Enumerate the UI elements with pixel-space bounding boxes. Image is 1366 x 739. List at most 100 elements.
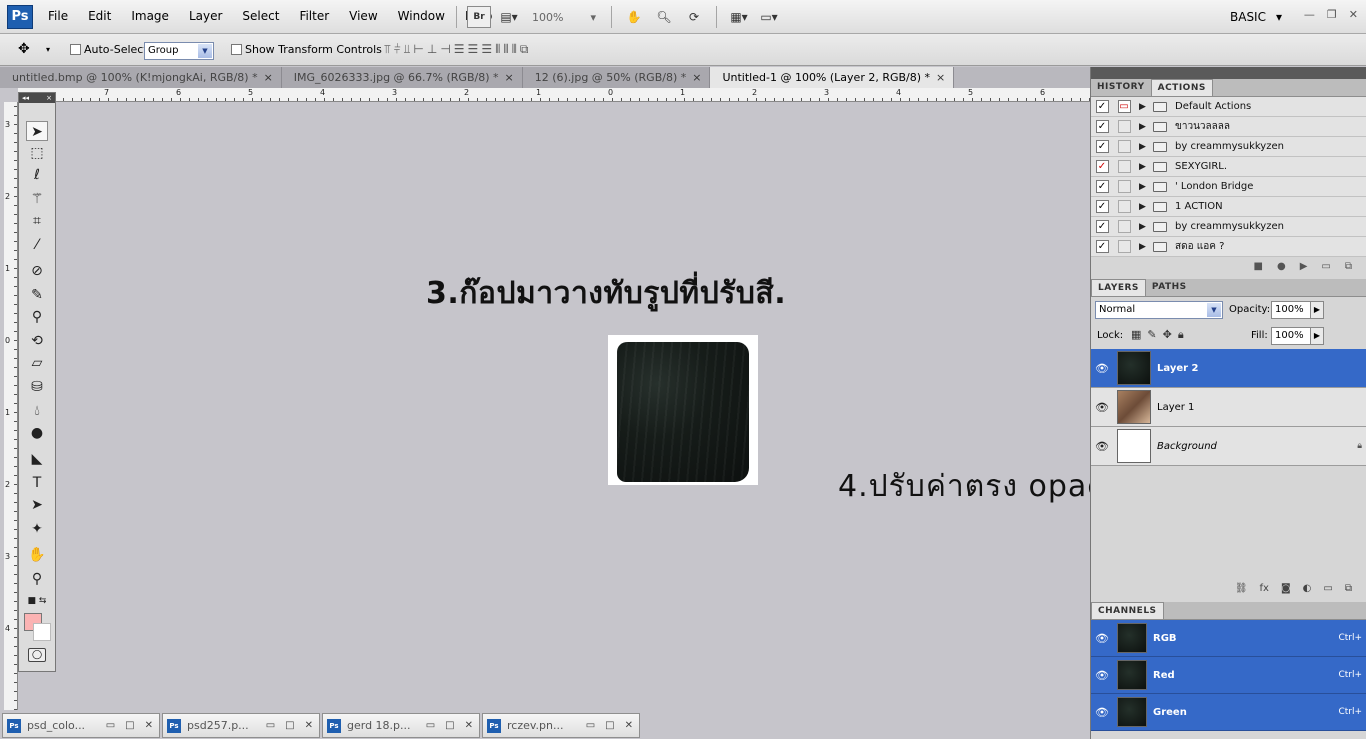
opacity-input[interactable]: 100% <box>1271 301 1311 319</box>
arrange-documents-button[interactable]: ▦▾ <box>727 6 751 28</box>
close-icon[interactable]: × <box>264 71 273 84</box>
toggle-item-checkbox[interactable]: ✓ <box>1095 240 1109 253</box>
tab-layers[interactable]: LAYERS <box>1091 279 1146 296</box>
minimize-icon[interactable]: ▭ <box>426 720 435 731</box>
menu-edit[interactable]: Edit <box>78 9 121 23</box>
workspace-switcher[interactable]: BASIC ▾ <box>1230 10 1282 24</box>
dialog-toggle-icon[interactable] <box>1117 220 1131 233</box>
toggle-item-checkbox[interactable]: ✓ <box>1095 200 1109 213</box>
move-tool-icon[interactable]: ✥ <box>18 41 30 57</box>
minimize-button[interactable]: — <box>1304 8 1315 21</box>
path-selection-tool[interactable]: ➤ <box>26 495 48 515</box>
channel-row[interactable]: 👁︎ Green Ctrl+ <box>1091 694 1366 731</box>
history-brush-tool[interactable]: ⟲ <box>26 331 48 351</box>
minimized-doc[interactable]: Ps psd_colo... ▭ □ ✕ <box>2 713 160 738</box>
zoom-tool[interactable]: ⚲ <box>26 569 48 589</box>
dodge-tool[interactable]: ● <box>26 423 48 443</box>
auto-select-target-select[interactable]: Group ▼ <box>144 42 214 60</box>
paint-bucket-tool[interactable]: ⛁ <box>26 377 48 397</box>
toggle-item-checkbox[interactable]: ✓ <box>1095 140 1109 153</box>
new-group-icon[interactable]: ▭ <box>1323 583 1332 594</box>
fill-input[interactable]: 100% <box>1271 327 1311 345</box>
minimize-icon[interactable]: ▭ <box>106 720 115 731</box>
expand-triangle-icon[interactable]: ▶ <box>1139 122 1149 132</box>
hand-tool[interactable]: ✋ <box>26 545 48 565</box>
menu-image[interactable]: Image <box>121 9 179 23</box>
new-set-folder-icon[interactable]: ▭ <box>1321 261 1330 272</box>
eye-icon[interactable]: 👁︎ <box>1091 706 1113 719</box>
collapse-icon[interactable]: ◂◂ <box>22 93 29 103</box>
fill-slider-button[interactable]: ▶ <box>1310 327 1324 345</box>
close-icon[interactable]: × <box>692 71 701 84</box>
dialog-toggle-icon[interactable] <box>1117 240 1131 253</box>
new-action-icon[interactable]: ⧉ <box>1345 261 1352 272</box>
expand-triangle-icon[interactable]: ▶ <box>1139 242 1149 252</box>
tab-history[interactable]: HISTORY <box>1091 79 1151 96</box>
minimize-icon[interactable]: ▭ <box>266 720 275 731</box>
dialog-toggle-icon[interactable] <box>1117 140 1131 153</box>
marquee-tool[interactable]: ⬚ <box>26 143 48 163</box>
add-mask-icon[interactable]: ◙ <box>1281 583 1291 594</box>
layer-row[interactable]: 👁︎ Layer 1 <box>1091 388 1366 427</box>
expand-triangle-icon[interactable]: ▶ <box>1139 142 1149 152</box>
close-icon[interactable]: ✕ <box>145 720 153 731</box>
new-layer-icon[interactable]: ⧉ <box>1345 583 1352 594</box>
doc-tab-untitled-1[interactable]: Untitled-1 @ 100% (Layer 2, RGB/8) * × <box>710 67 955 88</box>
tool-preset-chevron-icon[interactable]: ▾ <box>46 45 50 54</box>
action-set-row[interactable]: ✓ ▶ by creammysukkyzen <box>1091 137 1366 157</box>
blend-mode-select[interactable]: Normal ▼ <box>1095 301 1223 319</box>
view-extras-button[interactable]: ▤▾ <box>497 6 521 28</box>
minimized-doc[interactable]: Ps gerd 18.p... ▭ □ ✕ <box>322 713 480 738</box>
eye-icon[interactable]: 👁︎ <box>1091 632 1113 645</box>
dialog-toggle-icon[interactable] <box>1117 200 1131 213</box>
dialog-toggle-icon[interactable] <box>1117 180 1131 193</box>
action-set-row[interactable]: ✓ ▭ ▶ Default Actions <box>1091 97 1366 117</box>
minimized-doc[interactable]: Ps psd257.p... ▭ □ ✕ <box>162 713 320 738</box>
type-tool[interactable]: T <box>26 473 48 493</box>
bridge-button[interactable]: Br <box>467 6 491 28</box>
distribute-left-icon[interactable]: ⦀ <box>495 42 500 57</box>
align-bottom-icon[interactable]: ⫫ <box>404 42 411 57</box>
layer-style-icon[interactable]: fx <box>1260 583 1269 594</box>
distribute-bottom-icon[interactable]: ☰ <box>481 42 492 57</box>
minimize-icon[interactable]: ▭ <box>586 720 595 731</box>
play-icon[interactable]: ▶ <box>1300 261 1308 272</box>
tools-panel-header[interactable]: ◂◂ × <box>19 93 55 103</box>
dialog-toggle-icon[interactable] <box>1117 160 1131 173</box>
close-icon[interactable]: × <box>46 93 52 103</box>
layer-row[interactable]: 👁︎ Layer 2 <box>1091 349 1366 388</box>
tab-actions[interactable]: ACTIONS <box>1150 79 1213 96</box>
eye-icon[interactable]: 👁︎ <box>1091 401 1113 414</box>
opacity-slider-button[interactable]: ▶ <box>1310 301 1324 319</box>
show-transform-checkbox[interactable]: Show Transform Controls <box>231 43 382 56</box>
eye-icon[interactable]: 👁︎ <box>1091 440 1113 453</box>
menu-file[interactable]: File <box>38 9 78 23</box>
canvas-artwork[interactable] <box>608 335 758 485</box>
action-set-row[interactable]: ✓ ▶ ขาวนวลลลล <box>1091 117 1366 137</box>
align-left-icon[interactable]: ⊢ <box>413 42 424 57</box>
auto-align-icon[interactable]: ⧉ <box>520 42 529 57</box>
expand-triangle-icon[interactable]: ▶ <box>1139 162 1149 172</box>
menu-layer[interactable]: Layer <box>179 9 232 23</box>
crop-tool[interactable]: ⌗ <box>26 211 48 231</box>
close-button[interactable]: ✕ <box>1349 8 1358 21</box>
zoom-tool-button[interactable]: 🔍︎ <box>652 6 676 28</box>
toggle-item-checkbox[interactable]: ✓ <box>1095 120 1109 133</box>
stop-icon[interactable]: ■ <box>1254 261 1263 272</box>
lasso-tool[interactable]: ℓ <box>26 165 48 185</box>
vertical-ruler[interactable]: 3 2 1 0 1 2 3 4 <box>4 102 18 710</box>
dialog-toggle-icon[interactable] <box>1117 120 1131 133</box>
action-set-row[interactable]: ✓ ▶ SEXYGIRL. <box>1091 157 1366 177</box>
eraser-tool[interactable]: ▱ <box>26 353 48 373</box>
blur-tool[interactable]: 💧︎ <box>26 401 48 421</box>
close-icon[interactable]: × <box>505 71 514 84</box>
expand-triangle-icon[interactable]: ▶ <box>1139 102 1149 112</box>
expand-triangle-icon[interactable]: ▶ <box>1139 222 1149 232</box>
restore-button[interactable]: ❐ <box>1327 8 1337 21</box>
clone-stamp-tool[interactable]: ⚲ <box>26 307 48 327</box>
quick-mask-button[interactable]: ◯ <box>28 648 46 662</box>
distribute-right-icon[interactable]: ⦀ <box>512 42 517 57</box>
maximize-icon[interactable]: □ <box>125 720 134 731</box>
close-icon[interactable]: ✕ <box>305 720 313 731</box>
background-color-swatch[interactable] <box>33 623 51 641</box>
